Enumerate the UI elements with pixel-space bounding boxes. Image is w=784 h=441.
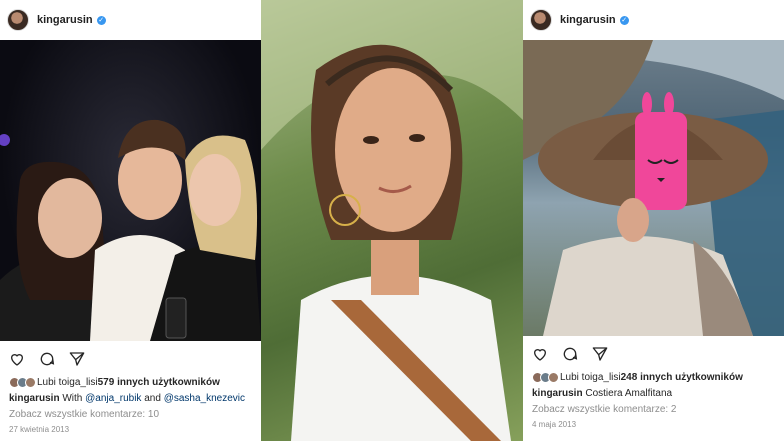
share-icon[interactable] — [592, 346, 608, 362]
liker-avatars — [9, 377, 36, 388]
avatar[interactable] — [7, 9, 29, 31]
likes-row: Lubi to iga_lis i 579 innych użytkownikó… — [0, 377, 261, 388]
likes-row: Lubi to iga_lis i 248 innych użytkownikó… — [523, 372, 784, 383]
comment-icon[interactable] — [562, 346, 578, 362]
instagram-post-right: kingarusin ✓ Lubi to iga_lis i 248 innyc… — [523, 0, 784, 441]
caption-username[interactable]: kingarusin — [9, 393, 60, 404]
selfie-photo — [261, 0, 523, 441]
instagram-post-left: kingarusin ✓ Lubi to iga_lis i 579 innyc… — [0, 0, 261, 441]
first-liker[interactable]: iga_lis — [590, 372, 618, 383]
post-actions — [0, 341, 261, 373]
caption: kingarusin With @anja_rubik and @sasha_k… — [0, 388, 261, 405]
post-photo[interactable] — [523, 40, 784, 336]
post-date: 4 maja 2013 — [532, 420, 577, 429]
username[interactable]: kingarusin — [560, 14, 616, 26]
photo-illustration — [0, 119, 261, 341]
avatar[interactable] — [530, 9, 552, 31]
view-comments-link[interactable]: Zobacz wszystkie komentarze: 2 — [523, 400, 784, 415]
verified-icon: ✓ — [96, 15, 106, 25]
photo-illustration — [523, 40, 784, 336]
heart-icon[interactable] — [532, 346, 548, 362]
post-header: kingarusin ✓ — [523, 0, 784, 40]
share-icon[interactable] — [69, 351, 85, 367]
likes-count[interactable]: 248 innych użytkowników — [621, 372, 743, 383]
post-header: kingarusin ✓ — [0, 0, 261, 40]
likes-prefix: Lubi to — [560, 372, 591, 383]
mention-link[interactable]: @sasha_knezevic — [164, 393, 245, 404]
view-comments-link[interactable]: Zobacz wszystkie komentarze: 10 — [0, 405, 261, 420]
post-date: 27 kwietnia 2013 — [9, 425, 70, 434]
collage: kingarusin ✓ Lubi to iga_lis i 579 innyc… — [0, 0, 784, 441]
caption-text: Costiera Amalfitana — [582, 388, 673, 399]
caption-username[interactable]: kingarusin — [532, 388, 583, 399]
comment-icon[interactable] — [39, 351, 55, 367]
caption: kingarusin Costiera Amalfitana — [523, 383, 784, 400]
caption-and: and — [141, 393, 164, 404]
caption-text: With — [59, 393, 86, 404]
mention-link[interactable]: @anja_rubik — [85, 393, 141, 404]
heart-icon[interactable] — [9, 351, 25, 367]
post-actions — [523, 336, 784, 368]
first-liker[interactable]: iga_lis — [67, 377, 95, 388]
liker-avatars — [532, 372, 559, 383]
likes-prefix: Lubi to — [37, 377, 68, 388]
portrait-photo — [261, 0, 523, 441]
likes-count[interactable]: 579 innych użytkowników — [98, 377, 220, 388]
username[interactable]: kingarusin — [37, 14, 93, 26]
photo-illustration — [261, 0, 523, 441]
verified-icon: ✓ — [619, 15, 629, 25]
post-photo[interactable] — [0, 40, 261, 341]
